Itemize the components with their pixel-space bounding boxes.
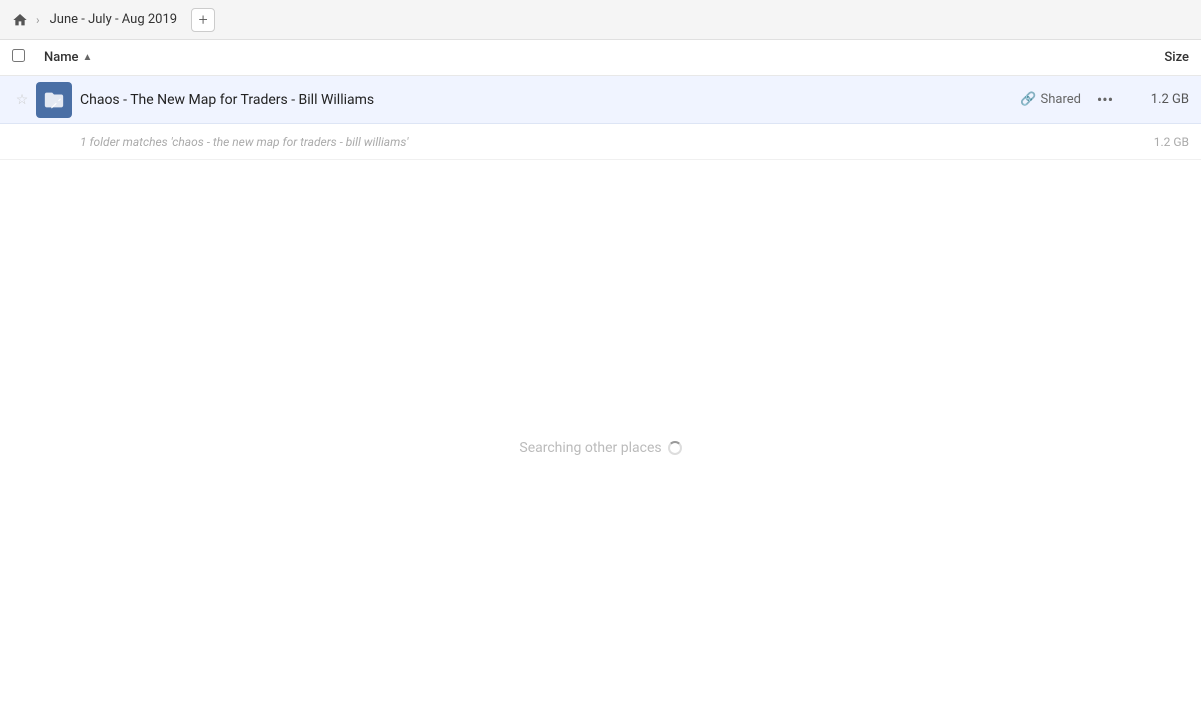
match-info-text: 1 folder matches 'chaos - the new map fo… (80, 135, 1129, 149)
sort-arrow-icon: ▲ (83, 52, 93, 63)
folder-icon (36, 82, 72, 118)
name-column-header[interactable]: Name ▲ (44, 50, 1129, 65)
add-tab-button[interactable]: + (191, 8, 215, 32)
select-all-checkbox[interactable] (12, 49, 36, 66)
link-icon: 🔗 (1020, 92, 1036, 107)
shared-label: Shared (1041, 92, 1081, 107)
match-info-size: 1.2 GB (1129, 135, 1189, 149)
file-size: 1.2 GB (1129, 92, 1189, 107)
breadcrumb-bar: › June - July - Aug 2019 + (0, 0, 1201, 40)
match-info-row: 1 folder matches 'chaos - the new map fo… (0, 124, 1201, 160)
column-headers: Name ▲ Size (0, 40, 1201, 76)
file-row[interactable]: ☆ Chaos - The New Map for Traders - Bill… (0, 76, 1201, 124)
breadcrumb-chevron: › (36, 13, 40, 27)
home-button[interactable] (12, 12, 28, 28)
more-options-button[interactable]: ••• (1093, 88, 1117, 112)
shared-badge: 🔗 Shared (1020, 92, 1081, 107)
star-icon[interactable]: ☆ (12, 92, 32, 108)
file-name: Chaos - The New Map for Traders - Bill W… (80, 92, 1020, 108)
size-column-header[interactable]: Size (1129, 50, 1189, 65)
breadcrumb-label[interactable]: June - July - Aug 2019 (44, 10, 183, 29)
folder-icon-wrapper (36, 82, 72, 118)
checkbox-all[interactable] (12, 49, 25, 62)
loading-spinner (668, 441, 682, 455)
searching-text: Searching other places (519, 440, 681, 456)
searching-area: Searching other places (0, 440, 1201, 456)
